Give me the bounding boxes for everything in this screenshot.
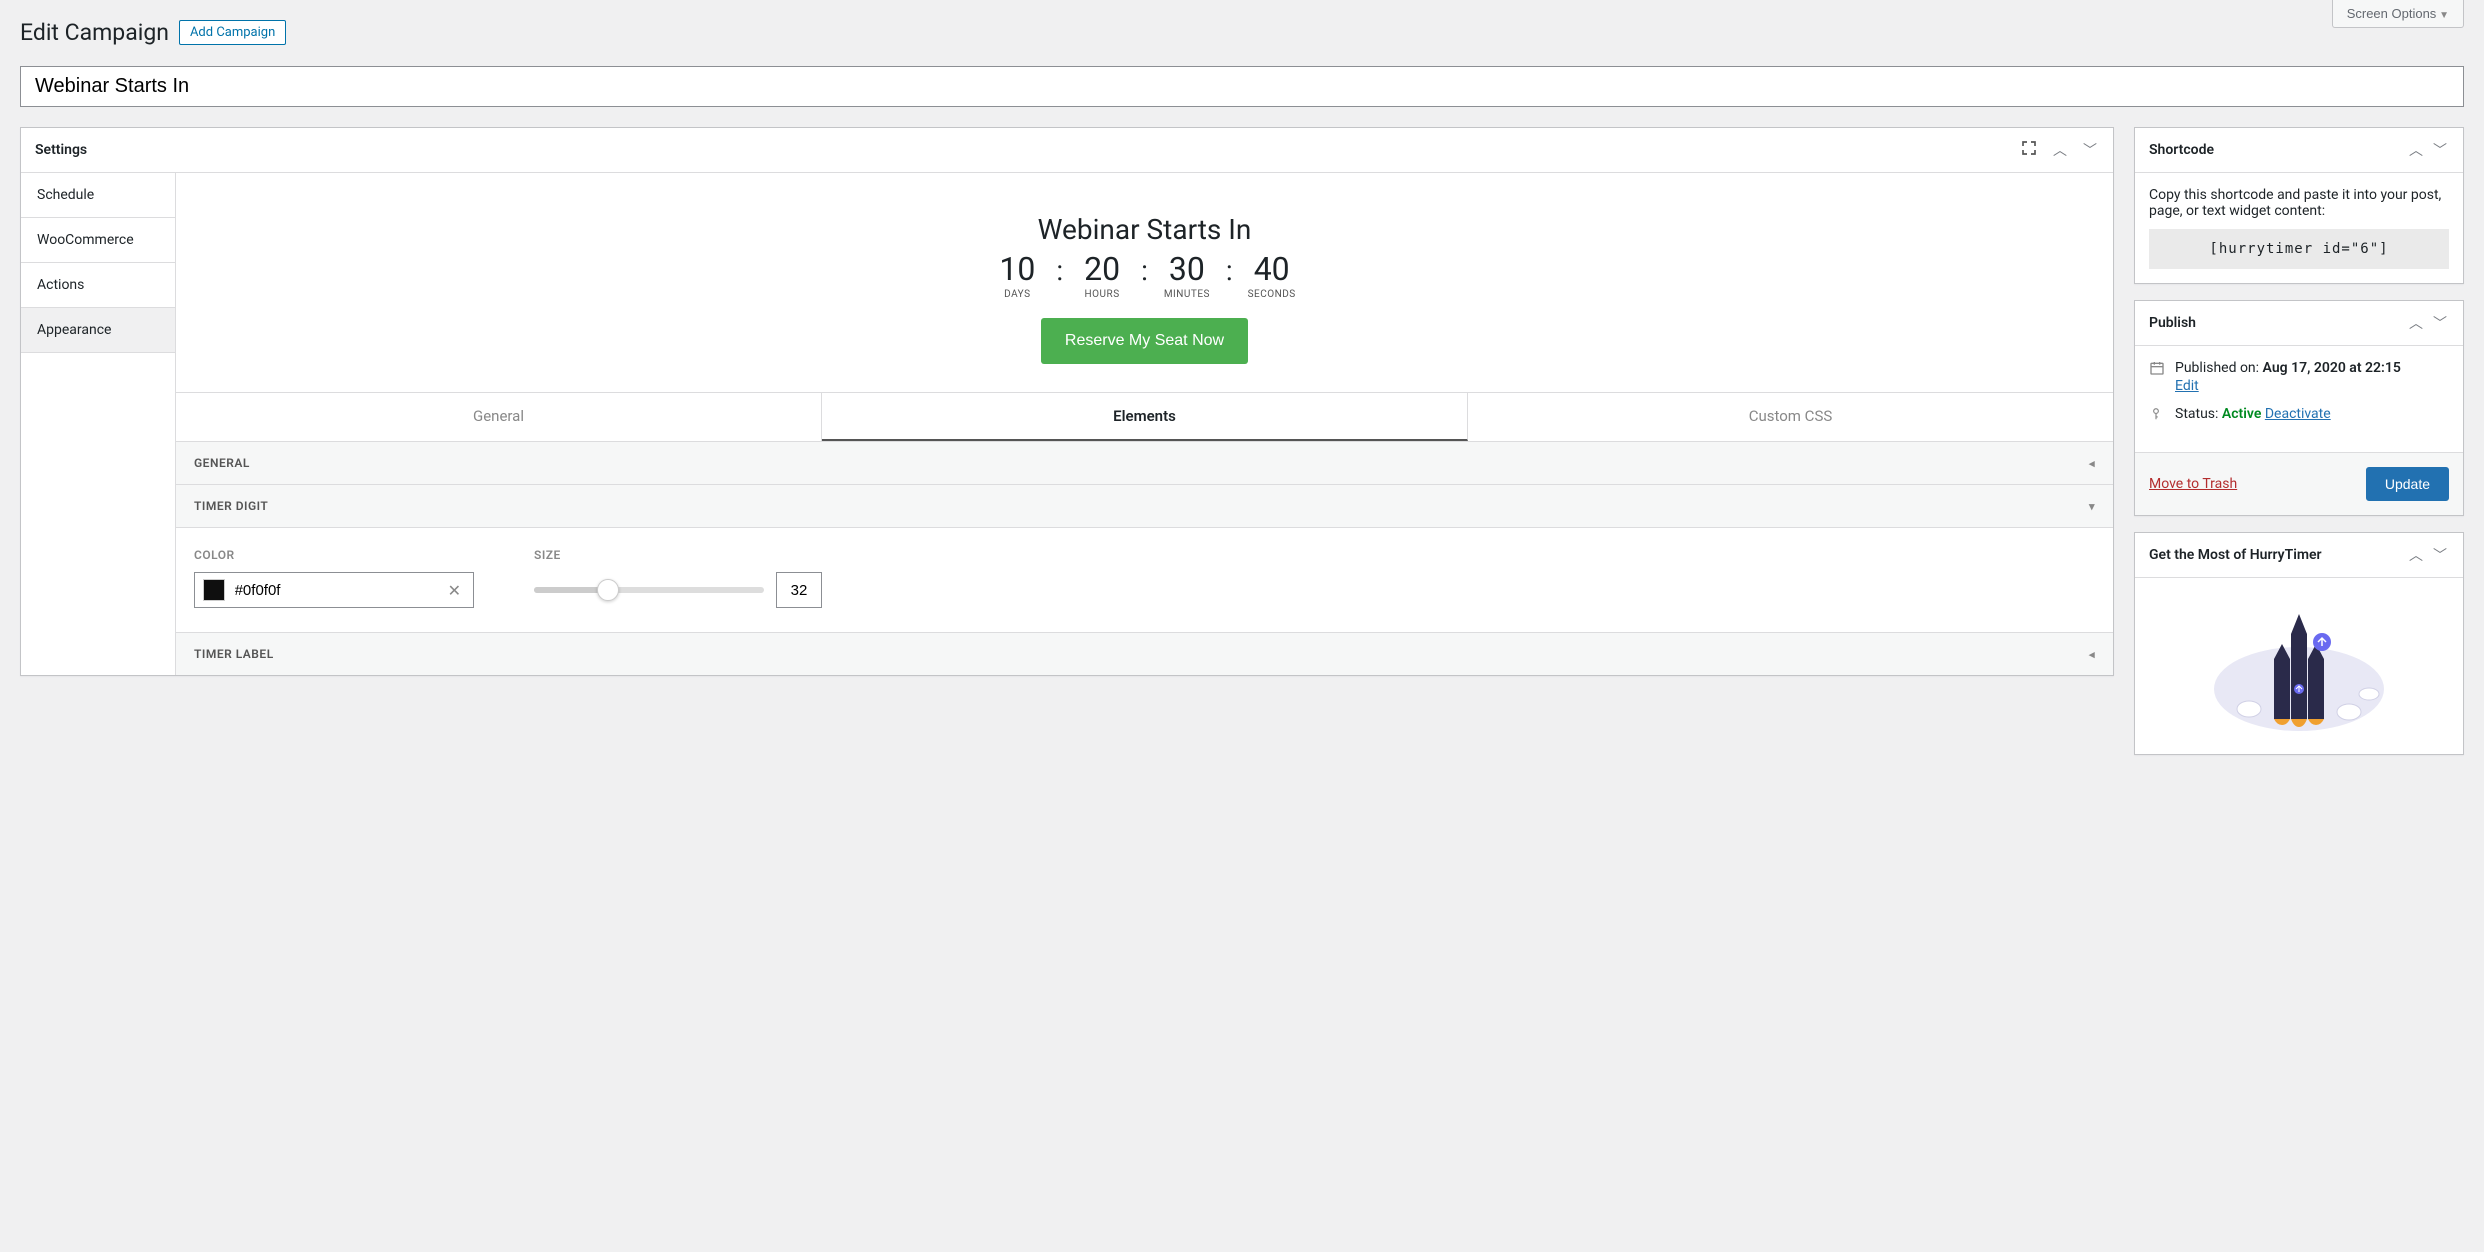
color-swatch[interactable] <box>203 579 225 601</box>
promo-header: Get the Most of HurryTimer <box>2149 547 2322 563</box>
timer-preview: Webinar Starts In 10 DAYS : 20 HOURS <box>176 173 2113 392</box>
publish-panel: Publish ︿ ﹀ Published on: Aug 17, 2020 a… <box>2134 300 2464 516</box>
separator: : <box>1226 252 1233 288</box>
separator: : <box>1056 252 1063 288</box>
appearance-tab-custom-css[interactable]: Custom CSS <box>1468 393 2113 441</box>
clear-icon[interactable]: ✕ <box>444 581 465 600</box>
published-on-value: Aug 17, 2020 at 22:15 <box>2263 360 2401 376</box>
shortcode-panel: Shortcode ︿ ﹀ Copy this shortcode and pa… <box>2134 127 2464 284</box>
seconds-label: SECONDS <box>1248 289 1296 300</box>
size-slider[interactable] <box>534 587 764 593</box>
tab-schedule[interactable]: Schedule <box>21 173 175 218</box>
preview-title: Webinar Starts In <box>196 213 2093 246</box>
deactivate-link[interactable]: Deactivate <box>2265 406 2331 422</box>
slider-thumb[interactable] <box>597 579 619 601</box>
color-label: COLOR <box>194 548 474 562</box>
appearance-tab-general[interactable]: General <box>176 393 822 441</box>
shortcode-code[interactable]: [hurrytimer id="6"] <box>2149 229 2449 269</box>
chevron-left-icon: ◂ <box>2089 457 2095 470</box>
fullscreen-icon[interactable] <box>2019 138 2039 162</box>
size-value-input[interactable] <box>776 572 822 608</box>
appearance-tab-elements[interactable]: Elements <box>822 393 1468 441</box>
chevron-left-icon: ◂ <box>2089 648 2095 661</box>
days-digit: 10 <box>999 252 1035 287</box>
accordion-general[interactable]: GENERAL ◂ <box>176 441 2113 484</box>
shortcode-instructions: Copy this shortcode and paste it into yo… <box>2149 187 2449 219</box>
move-down-icon[interactable]: ﹀ <box>2431 311 2449 335</box>
edit-publish-link[interactable]: Edit <box>2175 378 2401 394</box>
update-button[interactable]: Update <box>2366 467 2449 501</box>
move-up-icon[interactable]: ︿ <box>2407 138 2425 162</box>
page-title: Edit Campaign <box>20 18 169 48</box>
rocket-illustration <box>2135 578 2463 754</box>
promo-panel: Get the Most of HurryTimer ︿ ﹀ <box>2134 532 2464 755</box>
move-down-icon[interactable]: ﹀ <box>2081 138 2099 162</box>
status-value: Active <box>2222 406 2261 422</box>
minutes-label: MINUTES <box>1164 289 1210 300</box>
seconds-digit: 40 <box>1254 252 1290 287</box>
add-campaign-button[interactable]: Add Campaign <box>179 20 286 45</box>
published-on-label: Published on: <box>2175 360 2259 376</box>
move-up-icon[interactable]: ︿ <box>2407 543 2425 567</box>
campaign-title-input[interactable] <box>20 66 2464 107</box>
color-value-input[interactable] <box>235 582 434 599</box>
move-to-trash-link[interactable]: Move to Trash <box>2149 476 2237 492</box>
move-up-icon[interactable]: ︿ <box>2407 311 2425 335</box>
settings-header: Settings <box>35 142 87 158</box>
tab-appearance[interactable]: Appearance <box>21 308 175 353</box>
separator: : <box>1141 252 1148 288</box>
calendar-icon <box>2149 360 2165 380</box>
settings-panel: Settings ︿ ﹀ Schedule WooCommerce Action… <box>20 127 2114 676</box>
move-down-icon[interactable]: ﹀ <box>2431 138 2449 162</box>
chevron-down-icon: ▾ <box>2089 500 2095 513</box>
cta-button[interactable]: Reserve My Seat Now <box>1041 318 1248 364</box>
key-icon <box>2149 406 2165 426</box>
screen-options-button[interactable]: Screen Options <box>2332 0 2464 28</box>
shortcode-header: Shortcode <box>2149 142 2214 158</box>
tab-actions[interactable]: Actions <box>21 263 175 308</box>
move-up-icon[interactable]: ︿ <box>2051 138 2069 162</box>
minutes-digit: 30 <box>1169 252 1205 287</box>
days-label: DAYS <box>1004 289 1030 300</box>
hours-digit: 20 <box>1084 252 1120 287</box>
publish-header: Publish <box>2149 315 2196 331</box>
status-label: Status: <box>2175 406 2218 422</box>
hours-label: HOURS <box>1085 289 1120 300</box>
accordion-timer-label[interactable]: TIMER LABEL ◂ <box>176 632 2113 675</box>
move-down-icon[interactable]: ﹀ <box>2431 543 2449 567</box>
color-input[interactable]: ✕ <box>194 572 474 608</box>
size-label: SIZE <box>534 548 822 562</box>
accordion-timer-digit[interactable]: TIMER DIGIT ▾ <box>176 484 2113 527</box>
tab-woocommerce[interactable]: WooCommerce <box>21 218 175 263</box>
